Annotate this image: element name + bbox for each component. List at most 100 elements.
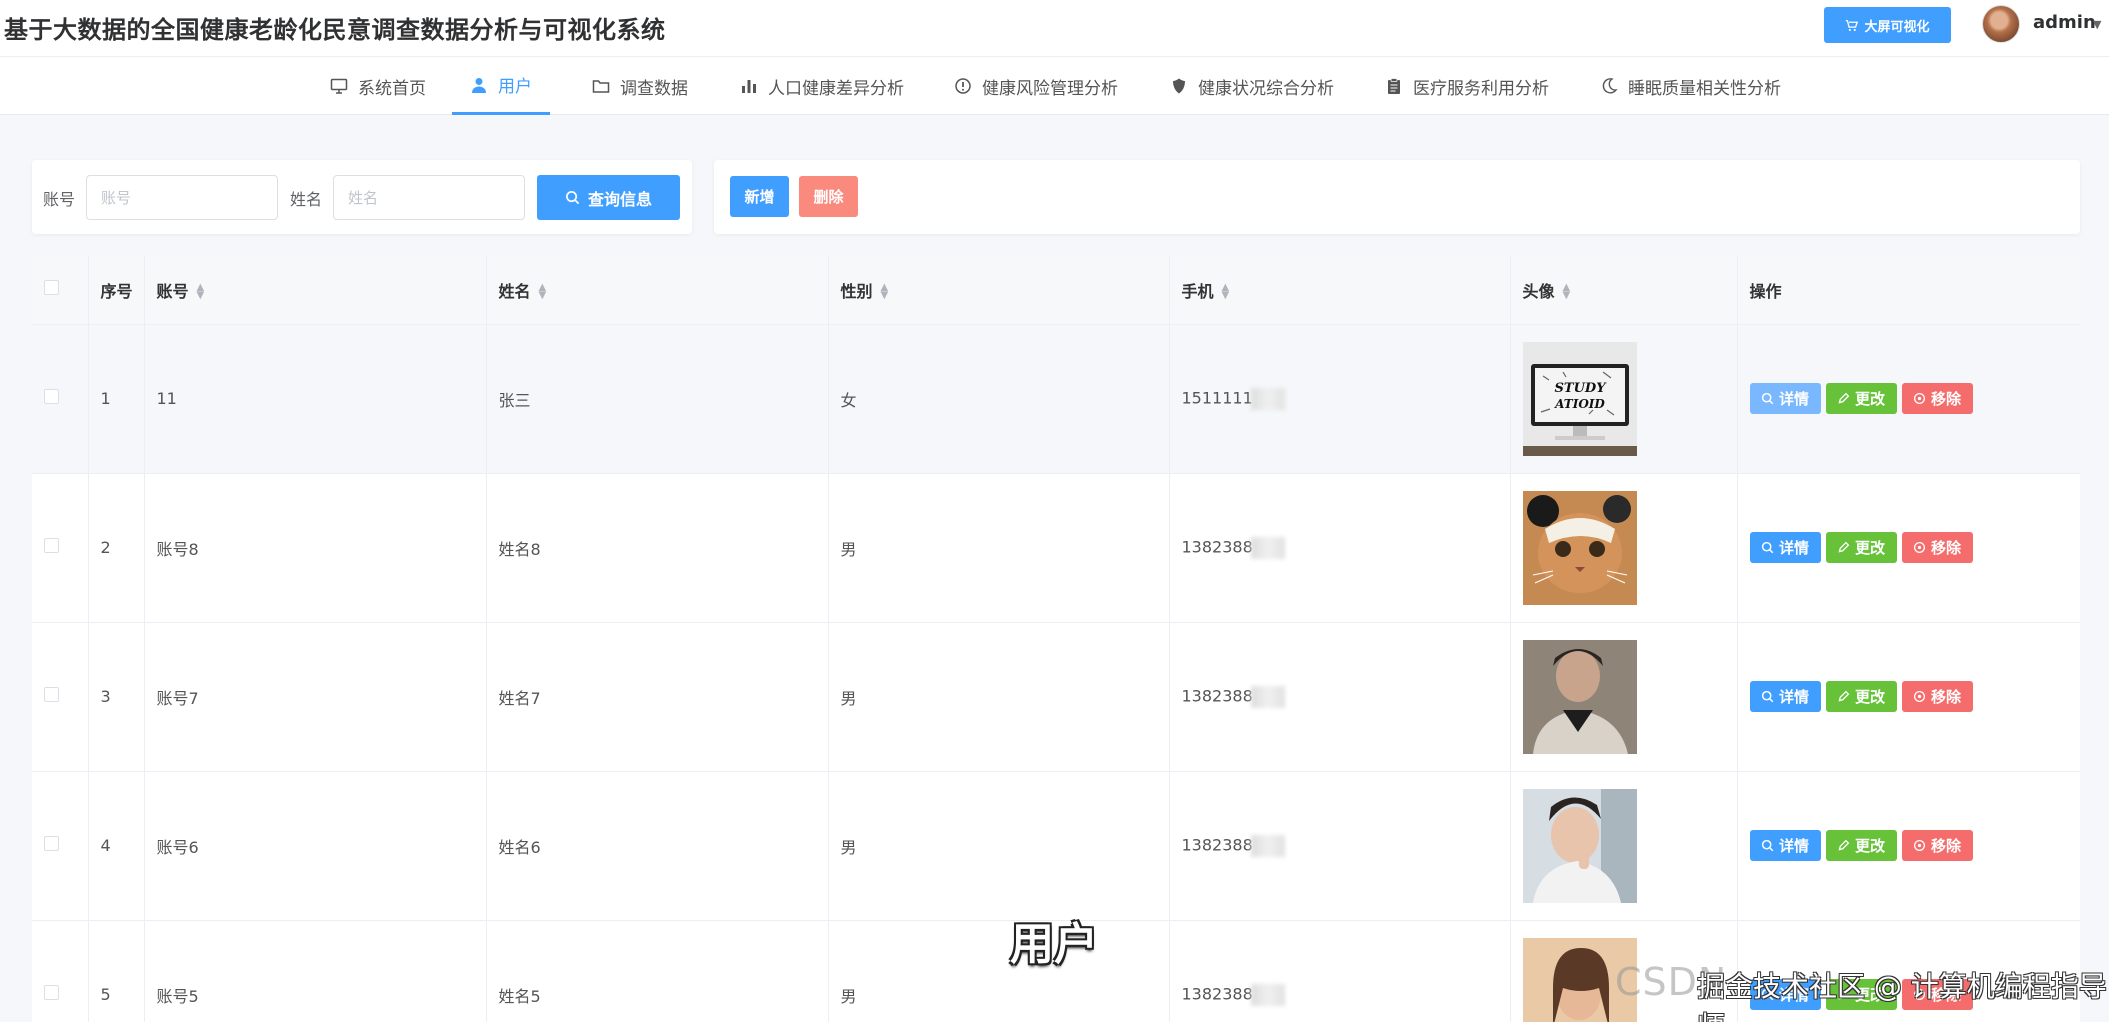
row-name: 姓名8 [486, 473, 829, 623]
remove-button[interactable]: 移除 [1901, 532, 1973, 563]
nav-item-users[interactable]: 用户 [452, 57, 550, 115]
nav-label: 调查数据 [620, 78, 688, 99]
row-avatar [1510, 622, 1738, 772]
user-avatar[interactable] [1982, 5, 2020, 43]
row-phone: 1382388 [1169, 771, 1511, 921]
header-avatar[interactable]: 头像 ▲ ▼ [1510, 256, 1738, 325]
juejin-watermark: 掘金技术社区 @ 计算机编程指导师 [1697, 970, 2107, 1022]
edit-button[interactable]: 更改 [1825, 681, 1897, 712]
row-index: 4 [88, 771, 145, 921]
row-checkbox[interactable] [44, 538, 59, 553]
nav-item-population-health[interactable]: 人口健康差异分析 [740, 57, 904, 115]
header-avatar-label: 头像 [1522, 281, 1555, 301]
name-label: 姓名 [290, 190, 323, 209]
nav-item-home[interactable]: 系统首页 [330, 57, 426, 115]
nav-item-survey-data[interactable]: 调查数据 [592, 57, 688, 115]
bigscreen-button[interactable]: 大屏可视化 [1824, 7, 1951, 43]
nav-label: 医疗服务利用分析 [1413, 78, 1549, 99]
edit-button[interactable]: 更改 [1825, 830, 1897, 861]
row-select-cell [32, 920, 89, 1022]
row-ops: 详情 更改 移除 [1737, 473, 2080, 623]
row-account: 11 [144, 324, 487, 474]
edit-button[interactable]: 更改 [1825, 383, 1897, 414]
detail-button[interactable]: 详情 [1749, 830, 1821, 861]
row-name: 姓名5 [486, 920, 829, 1022]
detail-button[interactable]: 详情 [1749, 681, 1821, 712]
nav-label: 睡眠质量相关性分析 [1628, 78, 1781, 99]
header-phone-label: 手机 [1181, 281, 1214, 301]
nav-item-sleep-quality[interactable]: 睡眠质量相关性分析 [1600, 57, 1781, 115]
cat-image [1522, 490, 1637, 605]
row-gender: 男 [828, 622, 1170, 772]
row-checkbox[interactable] [44, 687, 59, 702]
pencil-icon [1838, 392, 1850, 404]
remove-button[interactable]: 移除 [1901, 830, 1973, 861]
bar-chart-icon [742, 80, 756, 93]
row-account: 账号7 [144, 622, 487, 772]
row-checkbox[interactable] [44, 836, 59, 851]
action-panel: 新增 删除 [714, 160, 2080, 234]
remove-button[interactable]: 移除 [1901, 681, 1973, 712]
search-icon [1761, 392, 1774, 405]
search-icon [566, 191, 580, 205]
folder-icon [592, 80, 610, 93]
row-name: 姓名7 [486, 622, 829, 772]
row-ops: 详情 更改 移除 [1737, 622, 2080, 772]
search-icon [1761, 541, 1774, 554]
query-button[interactable]: 查询信息 [537, 175, 680, 220]
sort-icon[interactable]: ▲ ▼ [197, 283, 205, 301]
table-header-row: 序号 账号 ▲ ▼ 姓名 ▲ ▼ 性别 ▲ ▼ 手机 ▲ ▼ 头像 ▲ ▼ 操作 [32, 256, 2080, 325]
table-row[interactable]: 4 账号6 姓名6 男 1382388 详情 更改 移除 [32, 771, 2080, 921]
remove-button[interactable]: 移除 [1901, 383, 1973, 414]
table-row[interactable]: 1 11 张三女 1511111 STUDY ATIOID 详情 更改 移除 [32, 324, 2080, 474]
table-row[interactable]: 2 账号8 姓名8 男 1382388 详情 更改 移除 [32, 473, 2080, 623]
user-icon [472, 77, 486, 93]
header-gender-label: 性别 [840, 281, 873, 301]
close-circle-icon [1913, 839, 1926, 852]
edit-button[interactable]: 更改 [1825, 532, 1897, 563]
header-phone[interactable]: 手机 ▲ ▼ [1169, 256, 1511, 325]
row-checkbox[interactable] [44, 389, 59, 404]
row-ops: 详情 更改 移除 [1737, 324, 2080, 474]
detail-button[interactable]: 详情 [1749, 383, 1821, 414]
table-row[interactable]: 3 账号7 姓名7 男 1382388 详情 更改 移除 [32, 622, 2080, 772]
pencil-icon [1838, 541, 1850, 553]
pencil-icon [1838, 690, 1850, 702]
pencil-icon [1838, 839, 1850, 851]
row-index: 1 [88, 324, 145, 474]
row-phone: 1382388 [1169, 920, 1511, 1022]
add-button[interactable]: 新增 [730, 176, 789, 217]
nav-label: 健康状况综合分析 [1198, 78, 1334, 99]
sort-icon[interactable]: ▲ ▼ [1563, 283, 1571, 301]
row-gender: 男 [828, 920, 1170, 1022]
chevron-down-icon[interactable]: ▼ [2093, 18, 2101, 31]
row-checkbox[interactable] [44, 985, 59, 1000]
phone-redaction [1250, 536, 1285, 559]
row-phone: 1511111 [1169, 324, 1511, 474]
row-index: 2 [88, 473, 145, 623]
delete-button[interactable]: 删除 [799, 176, 858, 217]
sort-icon[interactable]: ▲ ▼ [881, 283, 889, 301]
row-name: 张三 [486, 324, 829, 474]
header-name[interactable]: 姓名 ▲ ▼ [486, 256, 829, 325]
name-search-input[interactable] [333, 175, 525, 220]
nav-item-health-risk[interactable]: 健康风险管理分析 [954, 57, 1118, 115]
search-panel: 账号 姓名 查询信息 [32, 160, 692, 234]
select-all-cell [32, 256, 89, 325]
monitor-icon [330, 78, 348, 94]
header-gender[interactable]: 性别 ▲ ▼ [828, 256, 1170, 325]
row-account: 账号6 [144, 771, 487, 921]
sort-icon[interactable]: ▲ ▼ [1222, 283, 1230, 301]
row-gender: 男 [828, 771, 1170, 921]
select-all-checkbox[interactable] [44, 280, 59, 296]
row-name: 姓名6 [486, 771, 829, 921]
detail-button[interactable]: 详情 [1749, 532, 1821, 563]
sort-icon[interactable]: ▲ ▼ [539, 283, 547, 301]
nav-item-health-status[interactable]: 健康状况综合分析 [1170, 57, 1334, 115]
account-search-input[interactable] [86, 175, 278, 220]
header-name-label: 姓名 [498, 281, 531, 301]
nav-item-medical-service[interactable]: 医疗服务利用分析 [1385, 57, 1549, 115]
header-account[interactable]: 账号 ▲ ▼ [144, 256, 487, 325]
row-select-cell [32, 622, 89, 772]
username[interactable]: admin [2033, 12, 2096, 33]
